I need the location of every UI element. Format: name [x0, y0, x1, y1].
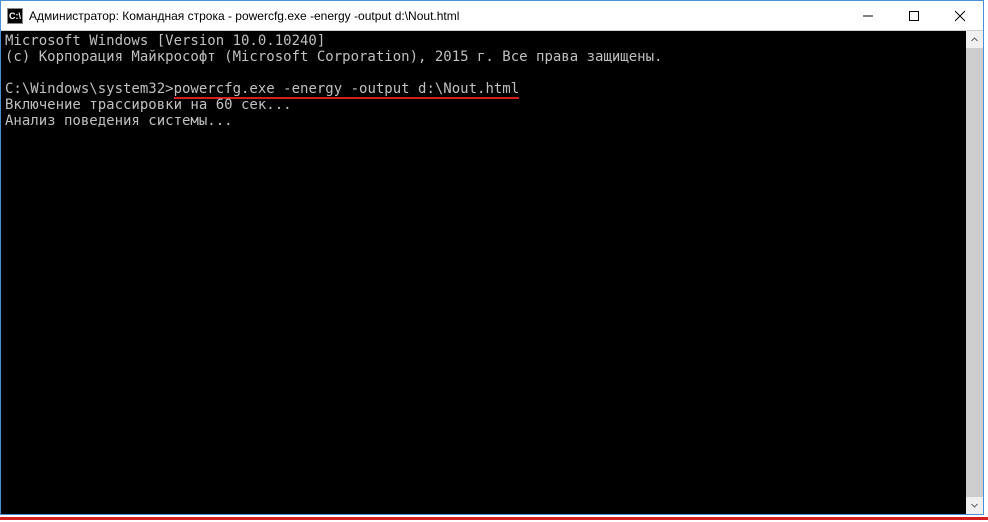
window-title: Администратор: Командная строка - powerc… — [29, 9, 845, 23]
analysis-line: Анализ поведения системы... — [5, 113, 233, 129]
minimize-icon — [863, 11, 873, 21]
annotation-underline — [0, 517, 988, 520]
vertical-scrollbar[interactable] — [966, 31, 983, 514]
terminal-output[interactable]: Microsoft Windows [Version 10.0.10240] (… — [1, 31, 966, 514]
scroll-down-button[interactable] — [966, 497, 983, 514]
prompt: C:\Windows\system32> — [5, 81, 174, 97]
client-area: Microsoft Windows [Version 10.0.10240] (… — [1, 31, 983, 514]
version-line: Microsoft Windows [Version 10.0.10240] — [5, 33, 325, 49]
window-controls — [845, 1, 983, 30]
close-icon — [955, 11, 965, 21]
app-icon: C:\ — [7, 8, 23, 24]
close-button[interactable] — [937, 1, 983, 30]
chevron-down-icon — [971, 502, 978, 509]
scroll-track[interactable] — [966, 48, 983, 497]
command-prompt-window: C:\ Администратор: Командная строка - po… — [0, 0, 984, 515]
chevron-up-icon — [971, 36, 978, 43]
maximize-icon — [909, 11, 919, 21]
titlebar[interactable]: C:\ Администратор: Командная строка - po… — [1, 1, 983, 31]
maximize-button[interactable] — [891, 1, 937, 30]
copyright-line: (c) Корпорация Майкрософт (Microsoft Cor… — [5, 49, 662, 65]
scroll-thumb[interactable] — [966, 48, 983, 497]
trace-line: Включение трассировки на 60 сек... — [5, 97, 292, 113]
minimize-button[interactable] — [845, 1, 891, 30]
scroll-up-button[interactable] — [966, 31, 983, 48]
